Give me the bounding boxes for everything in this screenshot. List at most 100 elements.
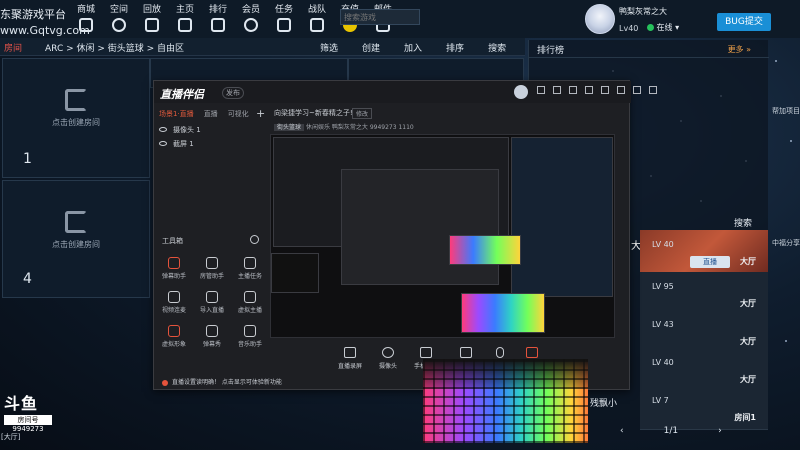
tab-live[interactable]: 直播	[204, 109, 218, 119]
close-icon[interactable]	[649, 86, 657, 94]
stream-preview	[270, 134, 615, 338]
menu-icon[interactable]	[601, 86, 609, 94]
room-tab[interactable]: 房间	[4, 41, 22, 54]
side-text: 中福分享	[772, 239, 800, 247]
avatar[interactable]	[585, 4, 615, 34]
source-item[interactable]: 摄像头 1	[159, 125, 201, 135]
nav-rank[interactable]: 排行	[206, 2, 230, 32]
webcam-shade	[423, 359, 588, 389]
mic-icon	[496, 347, 504, 358]
app-titlebar: 直播伴侣 发布	[154, 81, 657, 103]
room-level: LV 40	[652, 240, 674, 249]
join-button[interactable]: 加入	[404, 41, 422, 54]
prev-page-icon[interactable]: ‹	[620, 426, 624, 436]
tool-label: 导入直播	[199, 307, 224, 314]
tool-music[interactable]: 音乐助手	[230, 325, 270, 348]
username: 鸭梨灰常之大	[619, 7, 667, 16]
nav-shop[interactable]: 商城	[74, 2, 98, 32]
bag-icon[interactable]	[585, 86, 593, 94]
stream-user: 鸭梨灰常之大	[331, 124, 368, 131]
tab-visual[interactable]: 可视化	[228, 109, 249, 119]
user-level: Lv40	[619, 24, 639, 33]
room-slot-4[interactable]: 点击创建房间 4	[2, 180, 150, 298]
room-label: 房间号	[4, 415, 52, 425]
monitor-icon	[344, 347, 356, 358]
room-number: 1	[23, 151, 32, 167]
nav-shop-label: 商城	[76, 5, 95, 15]
nav-task[interactable]: 任务	[272, 2, 296, 32]
add-scene-icon[interactable]: +	[256, 107, 265, 120]
tool-vanchor[interactable]: 虚拟主播	[230, 291, 270, 314]
nav-home[interactable]: 主页	[173, 2, 197, 32]
more-link[interactable]: 更多 »	[728, 44, 751, 55]
speaker-icon	[526, 347, 538, 358]
collapse-icon[interactable]	[250, 235, 259, 244]
room-id: 9949273	[369, 124, 397, 131]
room-row[interactable]: LV 40 直播 大厅	[640, 230, 768, 274]
edit-title-button[interactable]: 修改	[352, 108, 373, 119]
game-search-input[interactable]	[340, 9, 420, 25]
app-logo: 直播伴侣	[160, 88, 204, 101]
tool-link[interactable]: 视频连麦	[154, 291, 194, 314]
bug-submit-button[interactable]: BUG提交	[717, 13, 771, 31]
eye-icon[interactable]	[159, 141, 167, 146]
tool-show[interactable]: 弹幕秀	[192, 325, 232, 348]
app-version-badge: 发布	[222, 87, 244, 99]
eye-icon[interactable]	[159, 127, 167, 132]
room-slot-1[interactable]: 点击创建房间 1	[2, 58, 150, 178]
settings-tip[interactable]: 直播设置读明确！ 点击显示可体验新功能	[162, 377, 282, 386]
minimize-icon[interactable]	[617, 86, 625, 94]
status-selector[interactable]: 在线 ▾	[647, 22, 679, 33]
play-icon	[460, 347, 472, 358]
breadcrumb-bar: 房间 ARC > 休闲 > 街头篮球 > 自由区 筛选 创建 加入 排序 搜索	[0, 38, 525, 56]
source-label: 摄像头 1	[173, 126, 201, 134]
room-search-label[interactable]: 搜索	[734, 216, 752, 229]
video-icon	[145, 18, 159, 32]
shirt-icon[interactable]	[553, 86, 561, 94]
maximize-icon[interactable]	[633, 86, 641, 94]
toolbox-label: 工具箱	[162, 237, 183, 245]
crown-icon	[244, 18, 258, 32]
preview-nested-panel	[511, 137, 613, 297]
nav-task-label: 任务	[274, 5, 293, 15]
tool-label: 弹幕秀	[202, 341, 221, 348]
search-button[interactable]: 搜索	[488, 41, 506, 54]
tool-avatar[interactable]: 虚拟形象	[154, 325, 194, 348]
filter-button[interactable]: 筛选	[320, 41, 338, 54]
create-room-text: 点击创建房间	[52, 240, 100, 249]
nav-space[interactable]: 空间	[107, 2, 131, 32]
tool-roommgr[interactable]: 房管助手	[192, 257, 232, 280]
app-avatar[interactable]	[514, 85, 528, 99]
room-row[interactable]: LV 7 房间1	[640, 386, 768, 430]
nav-replay[interactable]: 回放	[140, 2, 164, 32]
room-hall: 大厅	[740, 299, 756, 308]
next-page-icon[interactable]: ›	[718, 426, 722, 436]
preview-logo-area	[271, 253, 319, 293]
sort-button[interactable]: 排序	[446, 41, 464, 54]
tool-label: 虚拟形象	[161, 341, 186, 348]
source-item[interactable]: 截屏 1	[159, 139, 194, 149]
nav-space-label: 空间	[109, 5, 128, 15]
camera-button[interactable]: 摄像头	[368, 347, 408, 370]
tool-import[interactable]: 导入直播	[192, 291, 232, 314]
nav-team-label: 战队	[307, 5, 326, 15]
nav-home-label: 主页	[175, 5, 194, 15]
status-label: 在线	[656, 23, 673, 32]
nav-team[interactable]: 战队	[305, 2, 329, 32]
screen-icon[interactable]	[537, 86, 545, 94]
music-icon	[244, 325, 256, 337]
tool-label: 视频连麦	[161, 307, 186, 314]
tool-task[interactable]: 主播任务	[230, 257, 270, 280]
mail-icon[interactable]	[569, 86, 577, 94]
screen-record-button[interactable]: 直播录屏	[330, 347, 370, 370]
live-button[interactable]: 直播	[690, 256, 730, 268]
room-level: LV 7	[652, 396, 669, 405]
create-button[interactable]: 创建	[362, 41, 380, 54]
nav-replay-label: 回放	[142, 5, 161, 15]
nav-member[interactable]: 会员	[239, 2, 263, 32]
user-icon	[206, 257, 218, 269]
tab-scene[interactable]: 场景1·直播	[159, 109, 194, 119]
globe-icon	[112, 18, 126, 32]
breadcrumb: ARC > 休闲 > 街头篮球 > 自由区	[45, 44, 185, 54]
tool-danmu[interactable]: 弹幕助手	[154, 257, 194, 280]
